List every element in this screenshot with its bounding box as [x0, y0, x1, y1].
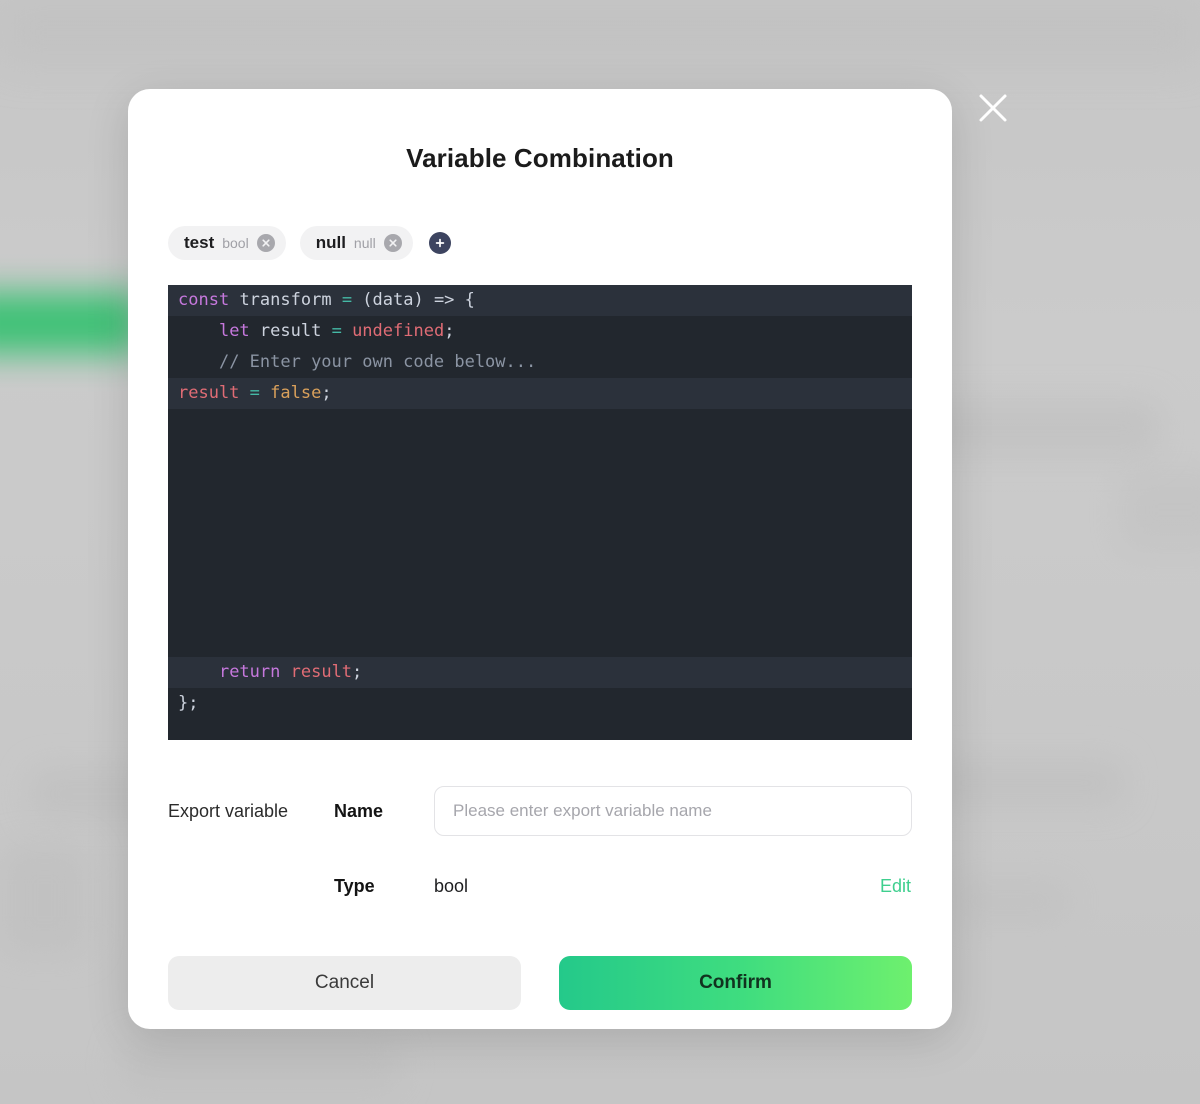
code-line[interactable] [168, 626, 912, 657]
code-token: false [270, 383, 322, 403]
export-name-row: Export variable Name [168, 785, 912, 837]
backdrop-blur-shape [0, 845, 90, 955]
code-token: ; [321, 383, 332, 403]
export-variable-label: Export variable [168, 800, 289, 821]
code-line[interactable] [168, 471, 912, 502]
add-variable-button[interactable] [428, 232, 451, 254]
code-token: = [249, 383, 260, 403]
code-token: result [290, 662, 353, 682]
export-type-row: Type bool Edit [168, 860, 912, 912]
plus-icon [435, 238, 444, 248]
code-line-readonly: return result; [168, 657, 912, 688]
code-line[interactable]: let result = undefined; [168, 316, 912, 347]
type-field-label: Type [334, 875, 375, 896]
code-line[interactable]: // Enter your own code below... [168, 347, 912, 378]
code-line[interactable] [168, 502, 912, 533]
confirm-button[interactable]: Confirm [559, 956, 912, 1010]
export-variable-section: Export variable Name Type bool Edit [168, 785, 912, 912]
close-icon [975, 90, 1011, 126]
variable-combination-dialog: Variable Combination test bool null null co… [128, 89, 952, 1029]
variable-tag-list: test bool null null [168, 226, 952, 260]
code-token: undefined [352, 321, 445, 341]
variable-tag-name: null [315, 233, 346, 252]
backdrop-blur-shape [950, 880, 1070, 922]
code-token: result [249, 321, 332, 341]
variable-tag-type: bool [222, 235, 249, 251]
code-token: let [218, 321, 250, 341]
code-line[interactable]: }; [168, 688, 912, 719]
backdrop-blur-top-bar [0, 0, 1200, 66]
code-line[interactable] [168, 564, 912, 595]
variable-tag[interactable]: test bool [168, 226, 286, 260]
code-line-readonly: const transform = (data) => { [168, 285, 912, 316]
variable-tag[interactable]: null null [299, 226, 413, 260]
code-token: = [331, 321, 342, 341]
code-editor[interactable]: const transform = (data) => { let result… [168, 285, 912, 740]
remove-variable-tag-icon[interactable] [383, 234, 402, 252]
close-dialog-button[interactable] [975, 90, 1011, 126]
type-value: bool [434, 875, 469, 896]
name-field-label: Name [334, 800, 384, 821]
code-token: (data) => { [352, 290, 475, 310]
code-token: result [178, 383, 240, 403]
code-token: return [218, 662, 281, 682]
code-line[interactable] [168, 595, 912, 626]
code-line-readonly: result = false; [168, 378, 912, 409]
cancel-button[interactable]: Cancel [168, 956, 521, 1010]
backdrop-blur-shape [925, 760, 1125, 806]
code-line[interactable] [168, 440, 912, 471]
code-token: = [341, 290, 353, 310]
dialog-footer: Cancel Confirm [168, 956, 912, 1010]
code-token: }; [178, 693, 199, 713]
backdrop-blur-green-block [0, 292, 140, 354]
backdrop-blur-shape [1120, 470, 1200, 550]
code-line[interactable] [168, 409, 912, 440]
code-token: // Enter your own code below... [218, 352, 537, 372]
code-line[interactable] [168, 533, 912, 564]
backdrop-blur-shape [120, 1040, 400, 1092]
code-token: transform [239, 290, 332, 310]
variable-tag-type: null [353, 235, 376, 251]
remove-variable-tag-icon[interactable] [256, 234, 275, 252]
edit-type-link[interactable]: Edit [880, 876, 912, 897]
code-token: ; [444, 321, 455, 341]
code-token: ; [352, 662, 363, 682]
variable-tag-name: test [184, 233, 215, 252]
code-token: const [178, 290, 230, 310]
dialog-title: Variable Combination [406, 143, 674, 173]
export-variable-name-input[interactable] [434, 786, 912, 836]
